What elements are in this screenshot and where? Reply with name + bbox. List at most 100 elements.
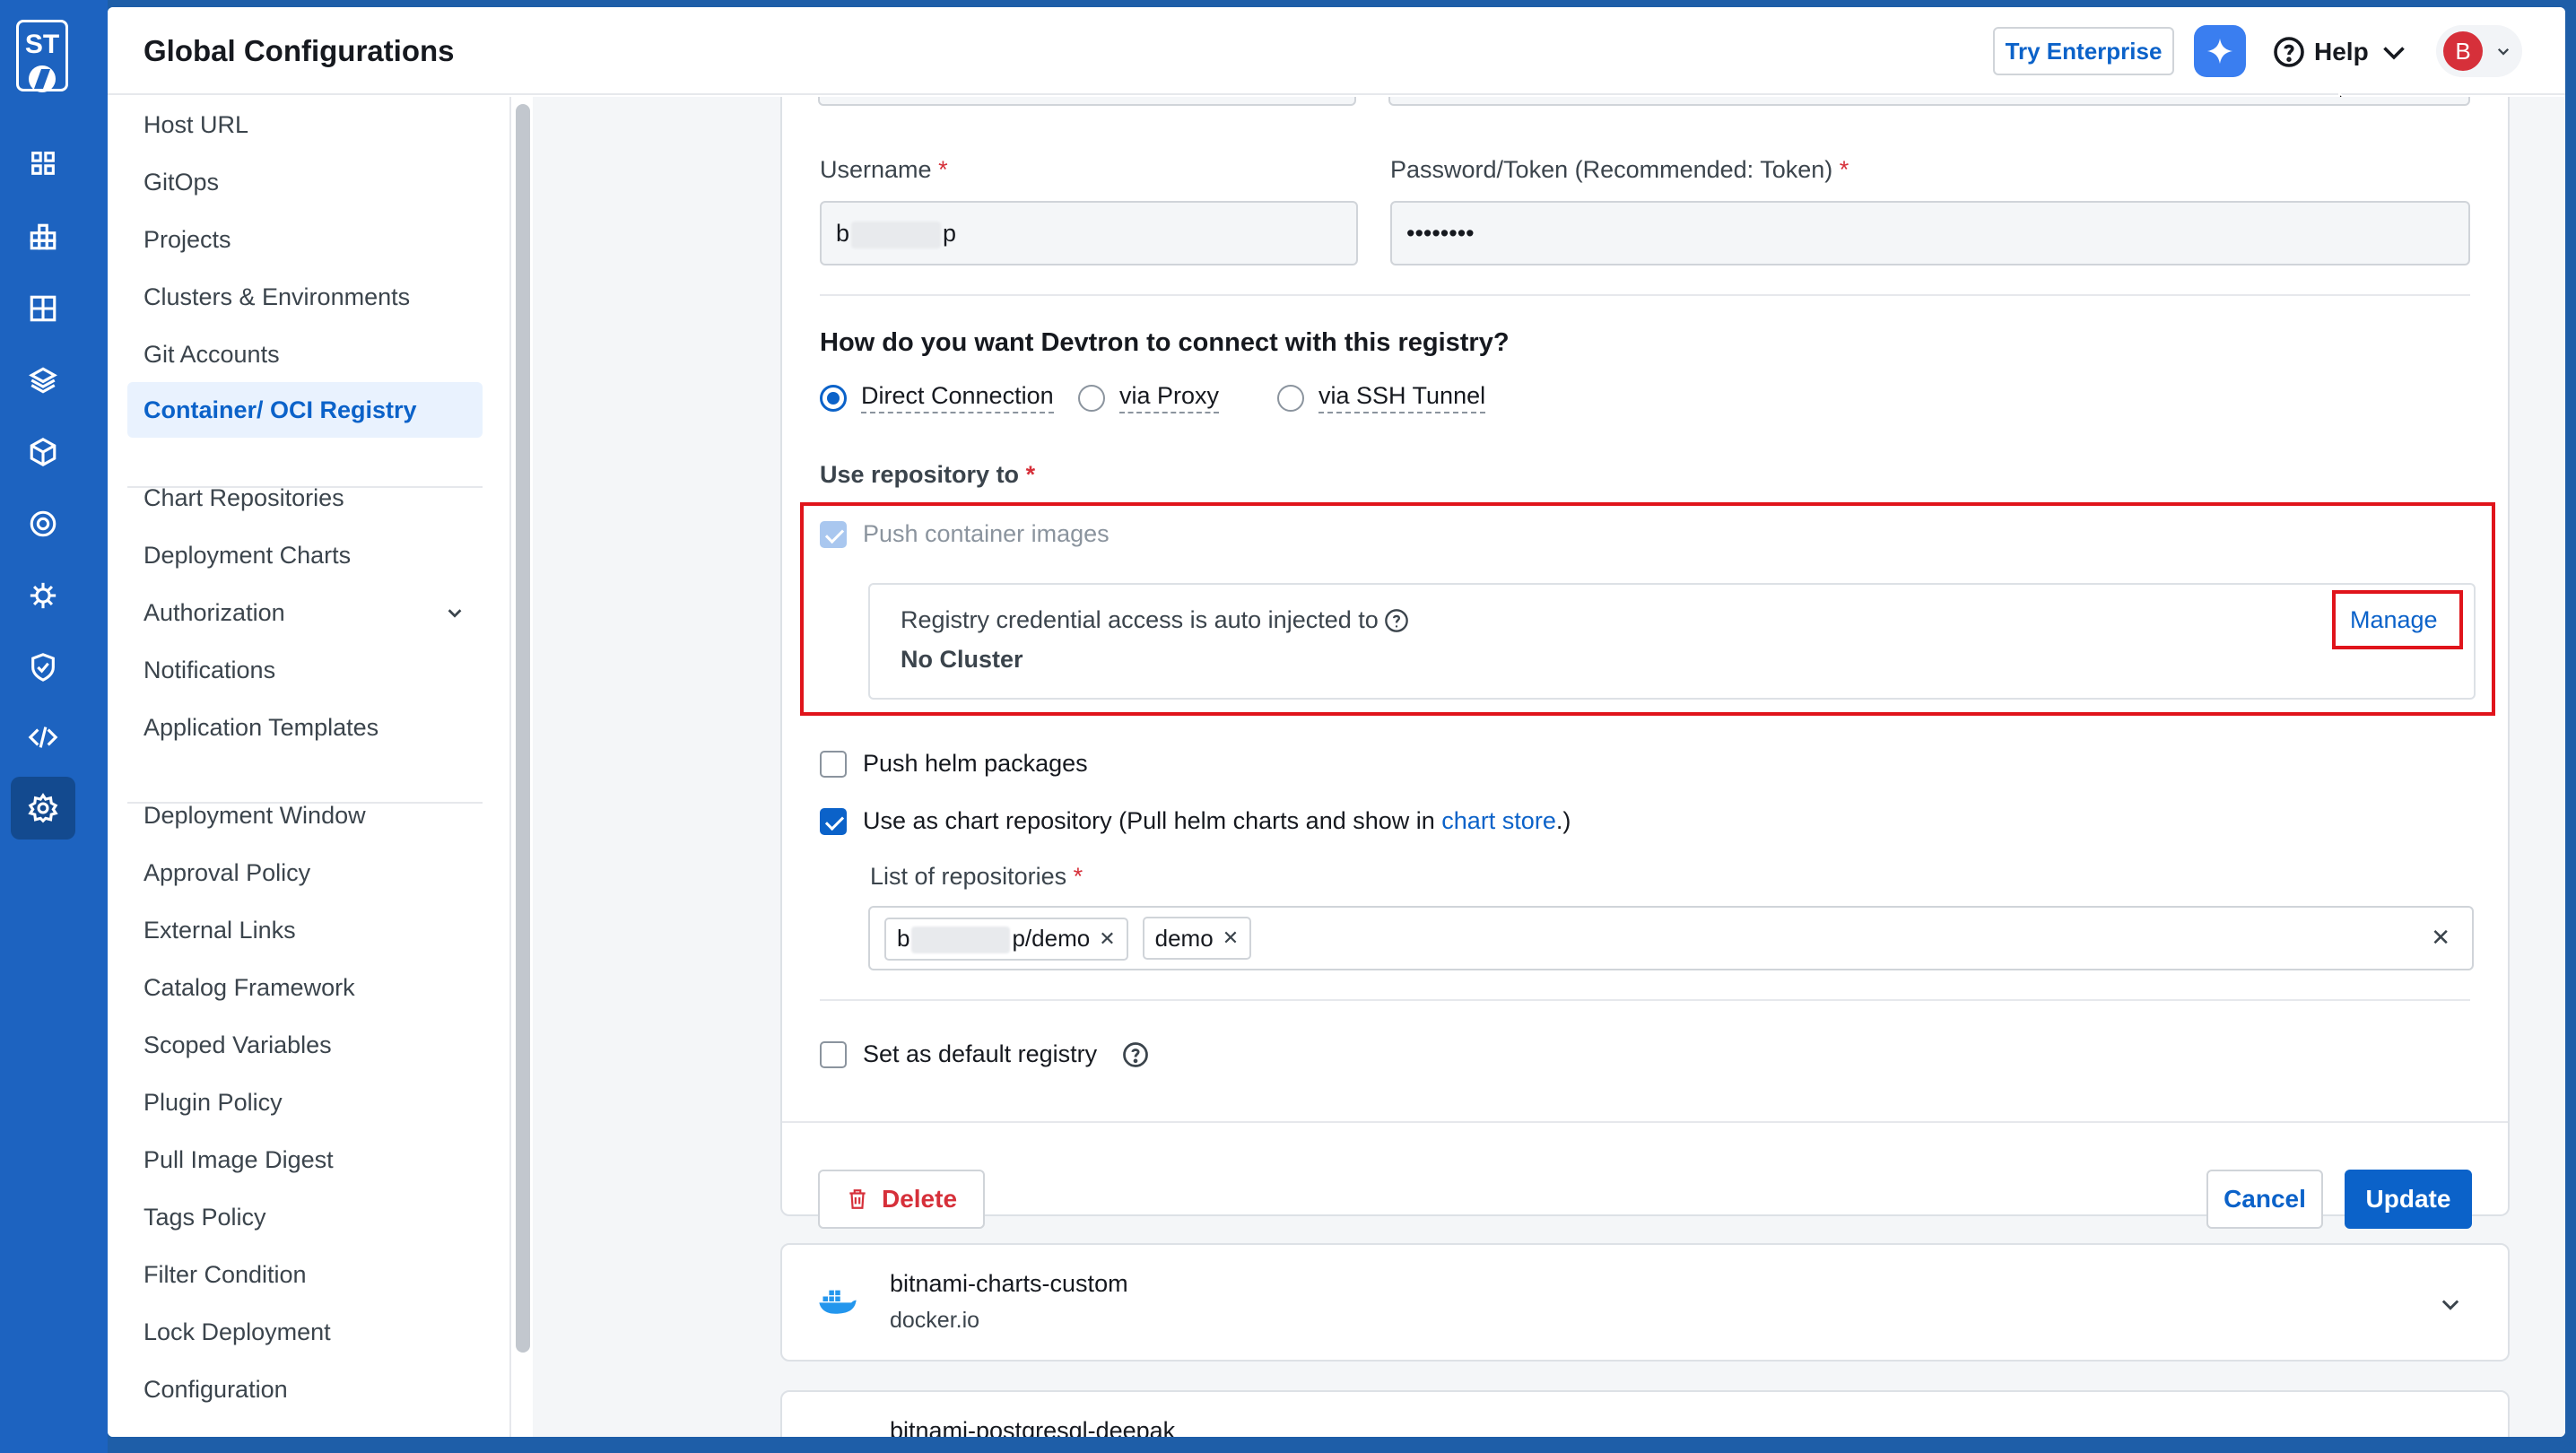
sidebar-item-git-accounts[interactable]: Git Accounts	[127, 326, 483, 382]
app-window: Global Configurations Try Enterprise Hel…	[108, 7, 2565, 1437]
registry-name: bitnami-postgresql-deepak	[890, 1417, 1176, 1437]
delete-button[interactable]: Delete	[818, 1170, 985, 1229]
global-configurations-icon[interactable]	[11, 777, 75, 840]
registry-row[interactable]: bitnami-charts-custom docker.io	[780, 1243, 2510, 1362]
use-repository-label: Use repository to *	[820, 461, 1036, 488]
chevron-down-icon	[2497, 48, 2510, 56]
password-input[interactable]: ••••••••	[1390, 201, 2470, 265]
sidebar-item-filter-condition[interactable]: Filter Condition	[127, 1247, 483, 1302]
default-registry-checkbox[interactable]: Set as default registry	[820, 1040, 1149, 1068]
sidebar-item-configuration[interactable]: Configuration	[127, 1362, 483, 1417]
resource-browser-icon[interactable]	[23, 361, 63, 400]
connection-question: How do you want Devtron to connect with …	[820, 328, 1510, 357]
sidebar-item-deployment-window[interactable]: Deployment Window	[127, 787, 483, 843]
devtron-logo[interactable]: ST	[16, 20, 68, 92]
repository-list-input[interactable]: b p/demo ✕ demo ✕ ✕	[868, 906, 2474, 970]
radio-via-ssh-tunnel[interactable]: via SSH Tunnel	[1277, 382, 1486, 413]
username-label: Username *	[820, 156, 948, 183]
username-input[interactable]: bp	[820, 201, 1358, 265]
cancel-button[interactable]: Cancel	[2206, 1170, 2323, 1229]
credential-info-box: Registry credential access is auto injec…	[868, 583, 2476, 700]
chart-store-icon[interactable]	[23, 289, 63, 328]
avatar: B	[2443, 31, 2483, 71]
main-nav-rail: ST	[0, 0, 108, 1453]
sidebar-item-plugin-policy[interactable]: Plugin Policy	[127, 1075, 483, 1130]
sidebar-item-application-templates[interactable]: Application Templates	[127, 700, 483, 755]
sparkle-icon	[2206, 38, 2233, 65]
sidebar-divider	[127, 802, 483, 804]
radio-direct-connection[interactable]: Direct Connection	[820, 382, 1054, 413]
target-icon[interactable]	[23, 504, 63, 544]
repository-tag: b p/demo ✕	[884, 917, 1128, 961]
ai-assistant-button[interactable]	[2194, 25, 2246, 77]
sidebar-item-gitops[interactable]: GitOps	[127, 154, 483, 210]
previous-field-input[interactable]	[818, 97, 1356, 106]
chevron-down-icon[interactable]	[2438, 1292, 2463, 1317]
sidebar-item-pull-image-digest[interactable]: Pull Image Digest	[127, 1132, 483, 1188]
question-circle-icon	[2274, 37, 2304, 67]
redacted-text	[851, 221, 942, 248]
user-menu[interactable]: B	[2436, 25, 2522, 77]
registry-url: docker.io	[890, 1308, 980, 1333]
registry-content: Username * bp Password/Token (Recommende…	[533, 97, 2565, 1437]
chevron-down-icon	[448, 609, 462, 618]
cube-icon[interactable]	[23, 432, 63, 472]
registry-row[interactable]: bitnami-postgresql-deepak	[780, 1390, 2510, 1437]
page-header: Global Configurations Try Enterprise Hel…	[108, 7, 2565, 124]
repository-list-label: List of repositories *	[870, 863, 1083, 890]
sidebar-divider	[127, 486, 483, 488]
docker-icon	[819, 1290, 857, 1314]
radio-via-proxy[interactable]: via Proxy	[1078, 382, 1220, 413]
sidebar-item-host-url[interactable]: Host URL	[127, 97, 483, 152]
help-label: Help	[2314, 38, 2369, 65]
desktop-frame: ST Global Configurations Try Enterprise …	[0, 0, 2576, 1453]
registry-name: bitnami-charts-custom	[890, 1270, 1128, 1297]
sidebar-item-tags-policy[interactable]: Tags Policy	[127, 1189, 483, 1245]
sidebar-item-notifications[interactable]: Notifications	[127, 642, 483, 698]
push-helm-packages-checkbox[interactable]: Push helm packages	[820, 750, 1088, 778]
remove-tag-icon[interactable]: ✕	[1099, 927, 1115, 951]
clear-all-icon[interactable]: ✕	[2431, 924, 2450, 952]
sidebar-item-container-oci-registry[interactable]: Container/ OCI Registry	[127, 382, 483, 438]
sidebar-item-external-links[interactable]: External Links	[127, 902, 483, 958]
sidebar-item-clusters-environments[interactable]: Clusters & Environments	[127, 269, 483, 325]
sidebar-scrollbar[interactable]	[516, 104, 530, 1353]
repository-tag: demo ✕	[1142, 917, 1252, 960]
sidebar-item-approval-policy[interactable]: Approval Policy	[127, 845, 483, 901]
registry-form-card: Username * bp Password/Token (Recommende…	[780, 97, 2510, 1229]
question-circle-icon[interactable]	[1122, 1041, 1149, 1068]
question-circle-icon[interactable]	[1384, 608, 1409, 633]
credential-cluster-value: No Cluster	[901, 646, 1023, 673]
page-title: Global Configurations	[144, 34, 455, 67]
previous-field-input-2[interactable]	[1388, 97, 2470, 106]
sidebar-item-catalog-framework[interactable]: Catalog Framework	[127, 960, 483, 1015]
gear-bug-icon[interactable]	[23, 576, 63, 615]
sidebar-item-authorization[interactable]: Authorization	[127, 585, 483, 640]
settings-sidebar: Host URL GitOps Projects Clusters & Environ…	[108, 97, 511, 1437]
application-groups-icon[interactable]	[23, 217, 63, 257]
manage-link[interactable]: Manage	[2350, 606, 2438, 634]
divider	[782, 1121, 2508, 1123]
code-icon[interactable]	[23, 718, 63, 757]
chevron-down-icon	[2382, 47, 2405, 60]
sidebar-item-scoped-variables[interactable]: Scoped Variables	[127, 1017, 483, 1073]
trash-icon	[849, 1189, 866, 1209]
chart-repository-checkbox[interactable]: Use as chart repository (Pull helm chart…	[820, 807, 1571, 835]
update-button[interactable]: Update	[2345, 1170, 2472, 1229]
security-shield-icon[interactable]	[23, 648, 63, 687]
try-enterprise-button[interactable]: Try Enterprise	[1993, 27, 2174, 75]
sidebar-item-chart-repositories[interactable]: Chart Repositories	[127, 470, 483, 526]
credential-text: Registry credential access is auto injec…	[901, 606, 1409, 634]
divider	[820, 999, 2470, 1001]
sidebar-item-lock-deployment[interactable]: Lock Deployment	[127, 1304, 483, 1360]
sidebar-item-deployment-charts[interactable]: Deployment Charts	[127, 527, 483, 583]
app-list-icon[interactable]	[23, 144, 63, 183]
password-label: Password/Token (Recommended: Token) *	[1390, 156, 1849, 183]
remove-tag-icon[interactable]: ✕	[1223, 927, 1239, 950]
docker-icon	[818, 1433, 857, 1437]
help-menu[interactable]: Help	[2273, 34, 2410, 70]
sidebar-item-projects[interactable]: Projects	[127, 212, 483, 267]
chart-store-link[interactable]: chart store	[1441, 807, 1556, 834]
push-container-images-checkbox[interactable]: Push container images	[820, 520, 1110, 548]
divider	[820, 294, 2470, 296]
